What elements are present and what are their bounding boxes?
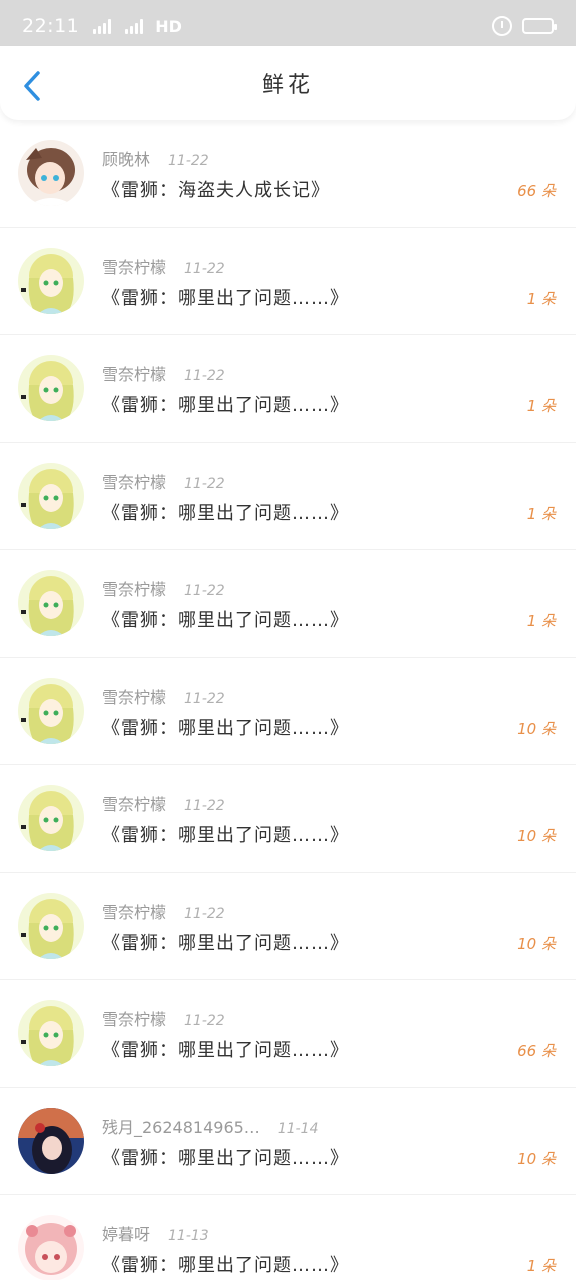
name-line: 雪奈柠檬 11-22 bbox=[102, 254, 225, 278]
flower-count: 1 朵 bbox=[526, 504, 556, 523]
signal-icon bbox=[125, 18, 144, 34]
avatar[interactable] bbox=[18, 140, 84, 206]
date: 11-22 bbox=[184, 583, 225, 599]
name-line: 婷暮呀 11-13 bbox=[102, 1221, 209, 1245]
date: 11-22 bbox=[168, 153, 209, 169]
work-title[interactable]: 《雷狮：哪里出了问题……》 bbox=[102, 929, 349, 955]
name-line: 雪奈柠檬 11-22 bbox=[102, 791, 225, 815]
status-left: 22:11 HD bbox=[22, 15, 182, 37]
date: 11-22 bbox=[184, 475, 225, 492]
list-item[interactable]: 雪奈柠檬 11-22 《雷狮：哪里出了问题……》 10 朵 bbox=[0, 658, 576, 765]
battery-icon bbox=[522, 18, 557, 34]
flower-count: 10 朵 bbox=[517, 827, 556, 845]
date: 11-22 bbox=[184, 1013, 225, 1029]
user-name[interactable]: 婷暮呀 bbox=[102, 1221, 150, 1245]
name-line: 雪奈柠檬 11-22 bbox=[102, 361, 225, 385]
alarm-icon bbox=[492, 16, 512, 36]
date: 11-22 bbox=[184, 260, 225, 277]
name-line: 残月_2624814965… 11-14 bbox=[102, 1114, 319, 1138]
avatar[interactable] bbox=[18, 892, 84, 959]
work-title[interactable]: 《雷狮：哪里出了问题……》 bbox=[102, 714, 349, 740]
hd-label: HD bbox=[155, 16, 182, 36]
name-line: 雪奈柠檬 11-22 bbox=[102, 899, 225, 923]
name-line: 雪奈柠檬 11-22 bbox=[102, 469, 225, 493]
flower-count: 10 朵 bbox=[517, 934, 556, 953]
avatar[interactable] bbox=[18, 462, 84, 529]
back-button[interactable] bbox=[14, 68, 50, 104]
flower-list: 顾晚林 11-22 《雷狮：海盗夫人成长记》 66 朵雪奈柠檬 11-22 《雷狮：哪里出… bbox=[0, 120, 576, 1280]
work-title[interactable]: 《雷狮：哪里出了问题……》 bbox=[102, 821, 349, 847]
avatar[interactable] bbox=[18, 677, 84, 744]
flower-count: 1 朵 bbox=[526, 397, 556, 415]
work-title[interactable]: 《雷狮：哪里出了问题……》 bbox=[102, 391, 349, 417]
flower-count: 1 朵 bbox=[526, 612, 556, 630]
status-right bbox=[492, 16, 557, 36]
name-line: 雪奈柠檬 11-22 bbox=[102, 684, 225, 708]
avatar[interactable] bbox=[18, 785, 84, 851]
back-chevron-icon bbox=[24, 71, 40, 101]
page-title: 鲜花 bbox=[261, 73, 314, 98]
user-name[interactable]: 雪奈柠檬 bbox=[102, 469, 166, 493]
user-name[interactable]: 雪奈柠檬 bbox=[102, 899, 166, 923]
user-name[interactable]: 残月_2624814965… bbox=[102, 1114, 260, 1138]
user-name[interactable]: 雪奈柠檬 bbox=[102, 1006, 166, 1030]
work-title[interactable]: 《雷狮：哪里出了问题……》 bbox=[102, 1036, 349, 1062]
list-item[interactable]: 雪奈柠檬 11-22 《雷狮：哪里出了问题……》 66 朵 bbox=[0, 980, 576, 1088]
status-time: 22:11 bbox=[22, 15, 80, 37]
user-name[interactable]: 顾晚林 bbox=[102, 146, 150, 170]
user-name[interactable]: 雪奈柠檬 bbox=[102, 791, 166, 815]
avatar[interactable] bbox=[18, 570, 84, 636]
list-item[interactable]: 残月_2624814965… 11-14 《雷狮：哪里出了问题……》 10 朵 bbox=[0, 1088, 576, 1195]
flower-count: 1 朵 bbox=[526, 1257, 556, 1275]
name-line: 顾晚林 11-22 bbox=[102, 146, 209, 170]
list-item[interactable]: 雪奈柠檬 11-22 《雷狮：哪里出了问题……》 10 朵 bbox=[0, 765, 576, 873]
date: 11-14 bbox=[277, 1120, 319, 1137]
flower-count: 10 朵 bbox=[517, 719, 556, 738]
name-line: 雪奈柠檬 11-22 bbox=[102, 576, 225, 600]
work-title[interactable]: 《雷狮：哪里出了问题……》 bbox=[102, 606, 349, 632]
user-name[interactable]: 雪奈柠檬 bbox=[102, 684, 166, 708]
name-line: 雪奈柠檬 11-22 bbox=[102, 1006, 225, 1030]
avatar[interactable] bbox=[18, 247, 84, 314]
work-title[interactable]: 《雷狮：海盗夫人成长记》 bbox=[102, 176, 330, 202]
avatar[interactable] bbox=[18, 1107, 84, 1174]
work-title[interactable]: 《雷狮：哪里出了问题……》 bbox=[102, 499, 349, 525]
date: 11-22 bbox=[184, 368, 225, 384]
list-item[interactable]: 雪奈柠檬 11-22 《雷狮：哪里出了问题……》 1 朵 bbox=[0, 550, 576, 658]
work-title[interactable]: 《雷狮：哪里出了问题……》 bbox=[102, 1144, 349, 1170]
flower-count: 1 朵 bbox=[526, 289, 556, 308]
status-bar: 22:11 HD bbox=[0, 0, 576, 52]
date: 11-13 bbox=[168, 1228, 209, 1244]
avatar[interactable] bbox=[18, 355, 84, 421]
work-title[interactable]: 《雷狮：哪里出了问题……》 bbox=[102, 1251, 349, 1277]
list-item[interactable]: 顾晚林 11-22 《雷狮：海盗夫人成长记》 66 朵 bbox=[0, 120, 576, 228]
user-name[interactable]: 雪奈柠檬 bbox=[102, 361, 166, 385]
top-nav-bar: 鲜花 bbox=[0, 46, 576, 120]
flower-count: 10 朵 bbox=[517, 1149, 556, 1168]
date: 11-22 bbox=[184, 905, 225, 922]
list-item[interactable]: 婷暮呀 11-13 《雷狮：哪里出了问题……》 1 朵 bbox=[0, 1195, 576, 1280]
user-name[interactable]: 雪奈柠檬 bbox=[102, 254, 166, 278]
user-name[interactable]: 雪奈柠檬 bbox=[102, 576, 166, 600]
list-item[interactable]: 雪奈柠檬 11-22 《雷狮：哪里出了问题……》 1 朵 bbox=[0, 443, 576, 550]
list-item[interactable]: 雪奈柠檬 11-22 《雷狮：哪里出了问题……》 1 朵 bbox=[0, 335, 576, 443]
flower-count: 66 朵 bbox=[517, 182, 556, 200]
signal-icon bbox=[93, 18, 112, 34]
work-title[interactable]: 《雷狮：哪里出了问题……》 bbox=[102, 284, 349, 310]
date: 11-22 bbox=[184, 690, 225, 707]
date: 11-22 bbox=[184, 798, 225, 814]
list-item[interactable]: 雪奈柠檬 11-22 《雷狮：哪里出了问题……》 1 朵 bbox=[0, 228, 576, 335]
flower-count: 66 朵 bbox=[517, 1042, 556, 1060]
list-item[interactable]: 雪奈柠檬 11-22 《雷狮：哪里出了问题……》 10 朵 bbox=[0, 873, 576, 980]
avatar[interactable] bbox=[18, 1215, 84, 1280]
avatar[interactable] bbox=[18, 1000, 84, 1066]
